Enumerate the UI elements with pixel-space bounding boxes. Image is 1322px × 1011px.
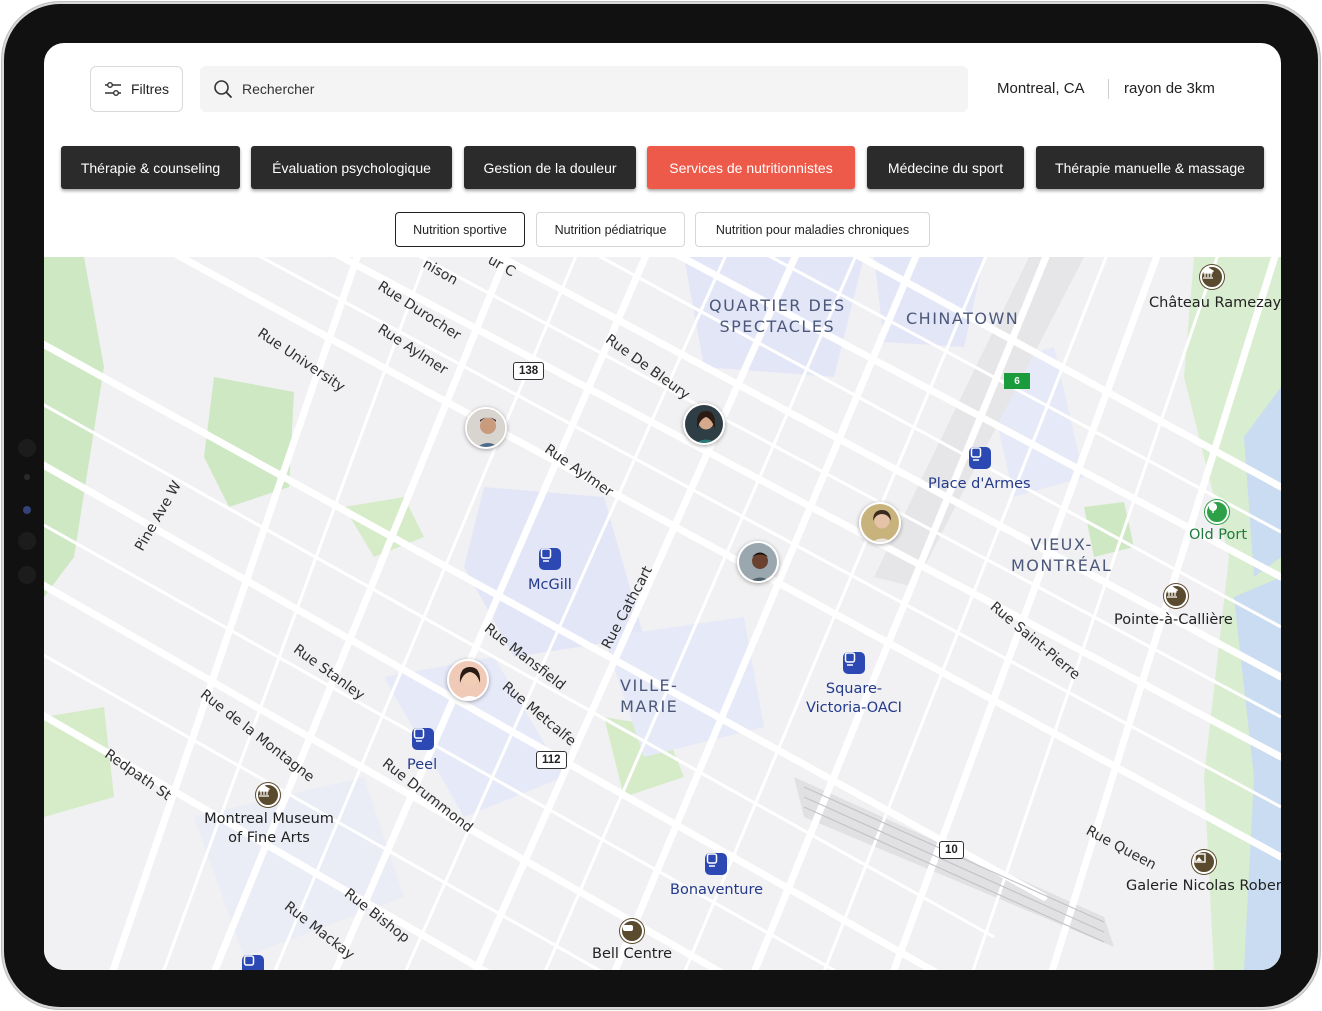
poi-label: Galerie Nicolas Robert: [1126, 878, 1281, 894]
practitioner-avatar[interactable]: [447, 659, 489, 701]
tree-icon[interactable]: [1205, 500, 1229, 524]
route-shield: 6: [1004, 373, 1030, 389]
side-button: [18, 439, 36, 457]
practitioner-avatar[interactable]: [465, 407, 507, 449]
practitioner-avatar[interactable]: [737, 541, 779, 583]
metro-icon[interactable]: [412, 728, 434, 750]
category-chip[interactable]: Évaluation psychologique: [251, 146, 452, 189]
district-label: VIEUX- MONTRÉAL: [1011, 535, 1113, 575]
metro-icon[interactable]: [705, 853, 727, 875]
poi-label: Montreal Museum of Fine Arts: [204, 811, 334, 846]
category-chip[interactable]: Thérapie manuelle & massage: [1036, 146, 1264, 189]
category-chip[interactable]: Médecine du sport: [867, 146, 1024, 189]
divider: [1108, 79, 1109, 99]
park-label: Old Port: [1189, 527, 1247, 543]
side-dot: [24, 474, 30, 480]
museum-icon[interactable]: [256, 783, 280, 807]
metro-icon[interactable]: [969, 447, 991, 469]
metro-station-label: Place d'Armes: [928, 476, 1031, 492]
gallery-icon[interactable]: [1192, 850, 1216, 874]
subcategory-chip-active[interactable]: Nutrition sportive: [395, 212, 525, 247]
side-button: [18, 532, 36, 550]
category-chip-active[interactable]: Services de nutritionnistes: [647, 146, 855, 189]
radius-selector[interactable]: rayon de 3km: [1124, 80, 1215, 97]
app-screen: Filtres Montreal, CA rayon de 3km Thérap…: [44, 43, 1281, 970]
route-shield: 112: [536, 751, 567, 769]
poi-label: Château Ramezay: [1149, 295, 1281, 311]
camera: [23, 506, 31, 514]
practitioner-avatar[interactable]: [859, 502, 901, 544]
metro-station-label: McGill: [528, 577, 572, 593]
filters-label: Filtres: [130, 81, 170, 97]
map-base: [44, 257, 1281, 970]
category-chip[interactable]: Gestion de la douleur: [464, 146, 636, 189]
metro-station-label: Square- Victoria-OACI: [806, 681, 902, 716]
metro-station-label: Bonaventure: [670, 882, 764, 898]
search-bar[interactable]: [200, 66, 968, 112]
museum-icon[interactable]: [1200, 265, 1224, 289]
district-label: CHINATOWN: [906, 309, 1020, 328]
map-view[interactable]: QUARTIER DES SPECTACLES CHINATOWN VIEUX- M…: [44, 257, 1281, 970]
subcategory-chip[interactable]: Nutrition pour maladies chroniques: [695, 212, 930, 247]
poi-label: Pointe-à-Callière: [1114, 612, 1233, 628]
metro-icon[interactable]: [539, 548, 561, 570]
district-label: QUARTIER DES SPECTACLES: [709, 296, 846, 336]
category-chip[interactable]: Thérapie & counseling: [61, 146, 240, 189]
metro-station-label: Peel: [407, 757, 438, 773]
poi-label: Bell Centre: [592, 946, 673, 962]
metro-icon[interactable]: [242, 955, 264, 970]
route-shield: 138: [513, 362, 545, 380]
metro-icon[interactable]: [843, 652, 865, 674]
route-shield: 10: [939, 841, 964, 859]
sliders-icon: [104, 82, 121, 96]
subcategory-chip[interactable]: Nutrition pédiatrique: [536, 212, 685, 247]
museum-icon[interactable]: [1164, 584, 1188, 608]
location-selector[interactable]: Montreal, CA: [997, 80, 1085, 97]
search-input[interactable]: [242, 81, 942, 97]
search-icon: [214, 80, 232, 98]
practitioner-avatar[interactable]: [683, 403, 725, 445]
district-label: VILLE- MARIE: [620, 676, 679, 716]
side-button: [18, 566, 36, 584]
filters-button[interactable]: Filtres: [90, 66, 183, 112]
stadium-icon[interactable]: [620, 919, 644, 943]
